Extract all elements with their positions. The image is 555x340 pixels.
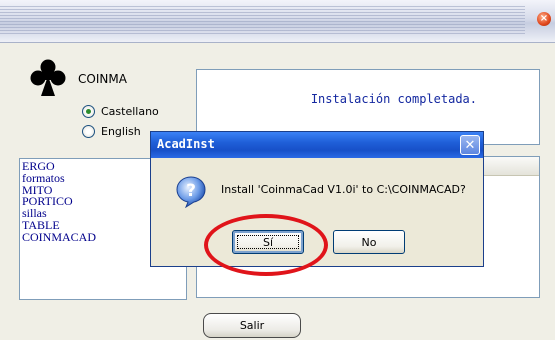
titlebar-stripes	[0, 6, 525, 34]
close-icon: ✕	[464, 138, 476, 153]
club-suit-icon	[30, 59, 66, 96]
radio-button-unchecked[interactable]	[82, 125, 95, 138]
radio-english[interactable]: English	[82, 125, 141, 138]
dialog-title: AcadInst	[157, 137, 215, 151]
status-text: Instalación completada.	[310, 92, 477, 106]
main-close-button[interactable]: ×	[537, 12, 551, 26]
confirm-dialog: AcadInst ✕ ? Install 'CoinmaCad V1.0i' t…	[150, 131, 484, 267]
main-titlebar: ×	[0, 0, 555, 43]
radio-label: Castellano	[101, 105, 159, 118]
dialog-titlebar: AcadInst ✕	[151, 132, 483, 158]
close-icon: ×	[539, 13, 549, 24]
app-name: COINMA	[78, 72, 127, 86]
yes-button[interactable]: Sí	[232, 230, 304, 254]
dialog-message: Install 'CoinmaCad V1.0i' to C:\COINMACA…	[221, 183, 466, 196]
dialog-close-button[interactable]: ✕	[460, 135, 480, 155]
no-button[interactable]: No	[333, 230, 405, 254]
exit-button[interactable]: Salir	[203, 313, 301, 338]
radio-label: English	[101, 125, 141, 138]
question-icon: ?	[176, 176, 206, 208]
radio-castellano[interactable]: Castellano	[82, 105, 159, 118]
radio-button-checked[interactable]	[82, 105, 95, 118]
svg-text:?: ?	[186, 181, 196, 201]
